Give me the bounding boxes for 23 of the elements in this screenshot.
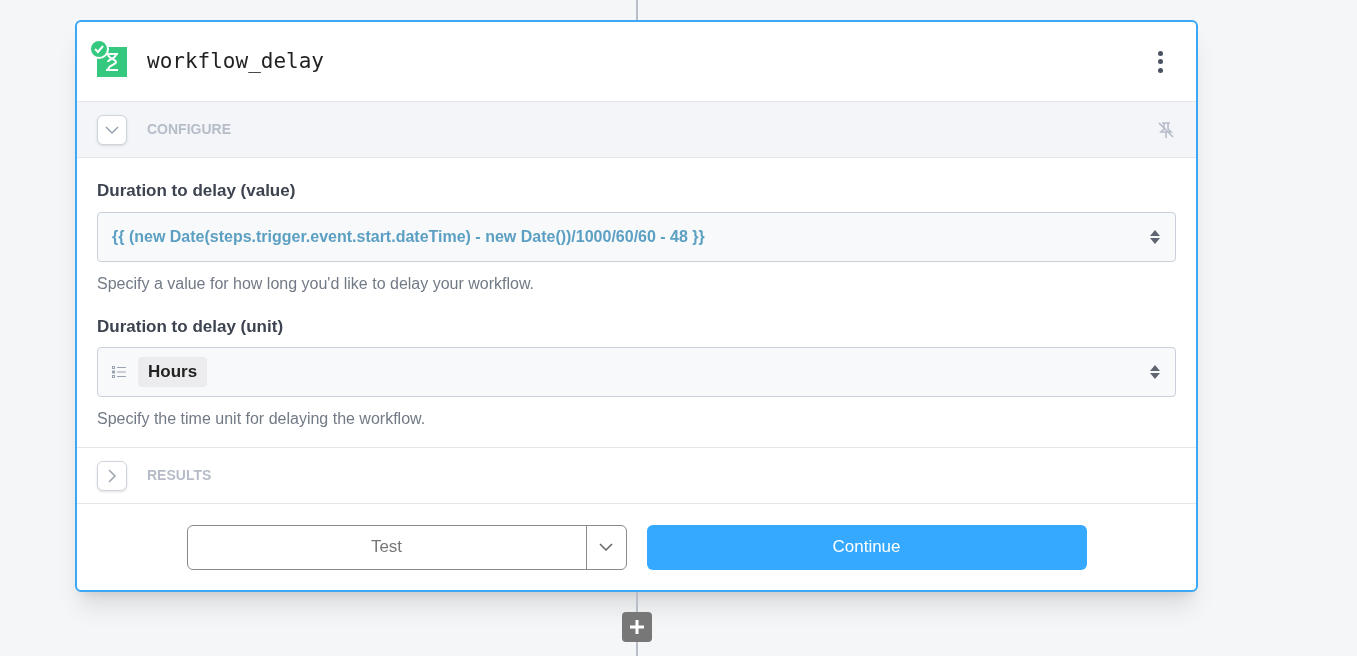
chevron-down-icon: [599, 543, 613, 551]
field-label: Duration to delay (unit): [97, 315, 285, 338]
more-menu-icon[interactable]: [1156, 50, 1164, 73]
test-button[interactable]: Test: [187, 525, 586, 569]
unit-select[interactable]: Hours: [97, 347, 1176, 397]
selected-option-chip: Hours: [138, 357, 208, 387]
continue-button[interactable]: Continue: [646, 524, 1087, 570]
sort-arrows-icon: [1149, 228, 1161, 245]
section-header[interactable]: CONFIGURE: [77, 102, 1196, 158]
add-step-button[interactable]: [621, 612, 652, 642]
section-title: CONFIGURE: [147, 120, 232, 139]
help-text: Specify the time unit for delaying the workflow.: [97, 409, 427, 429]
section-title: RESULTS: [147, 466, 213, 485]
unpin-icon[interactable]: [1156, 119, 1176, 140]
plus-icon: [628, 619, 645, 635]
step-title: workflow_delay: [147, 47, 325, 75]
expression-text: {{ (new Date(steps.trigger.event.start.dateTime) - new Date())/1000/60/60 - 48 }}: [112, 226, 706, 247]
field-label: Duration to delay (value): [97, 180, 297, 202]
value-field[interactable]: {{ (new Date(steps.trigger.event.start.dateTime) - new Date())/1000/60/60 - 48 }}: [97, 211, 1176, 262]
help-text: Specify a value for how long you'd like to delay your workflow.: [97, 273, 536, 294]
list-icon: [112, 366, 126, 378]
section-header[interactable]: RESULTS: [77, 448, 1196, 504]
sort-arrows-icon: [1149, 364, 1161, 380]
